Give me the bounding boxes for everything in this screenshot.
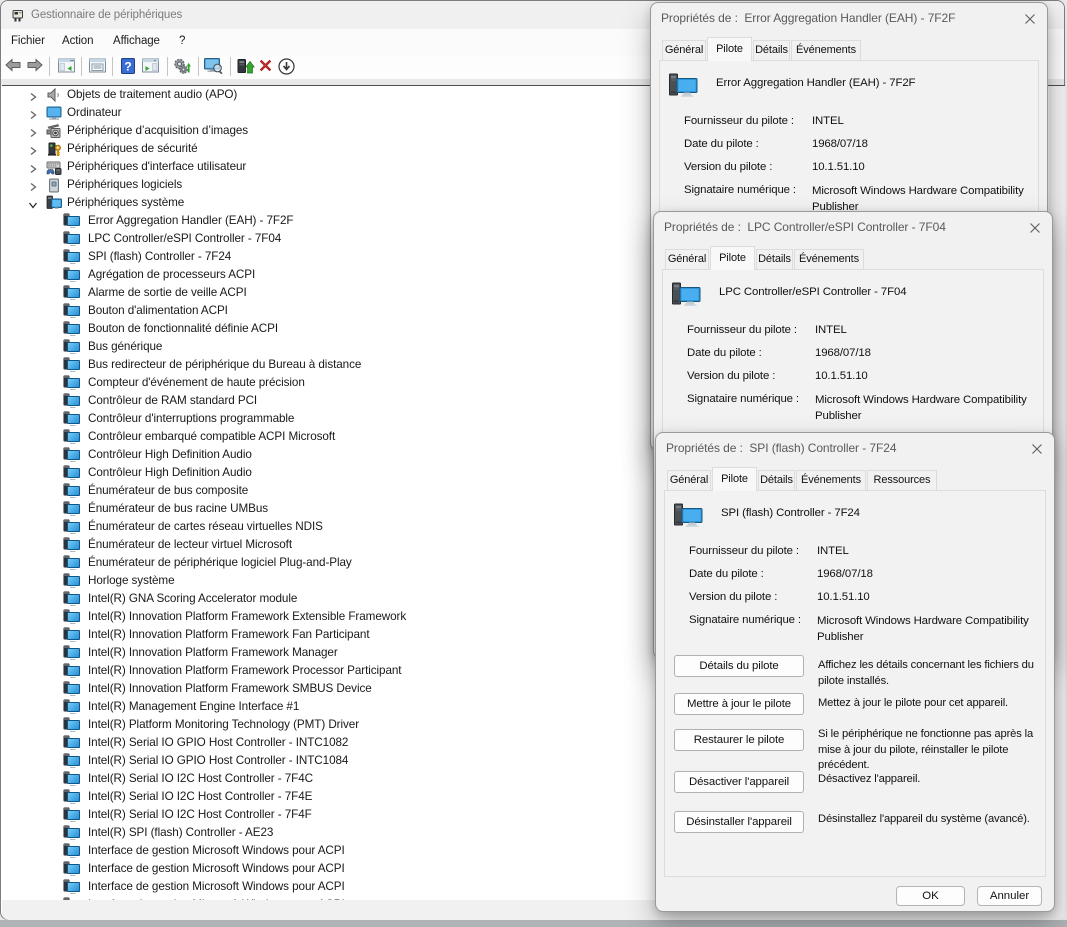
- svg-text:?: ?: [124, 60, 131, 74]
